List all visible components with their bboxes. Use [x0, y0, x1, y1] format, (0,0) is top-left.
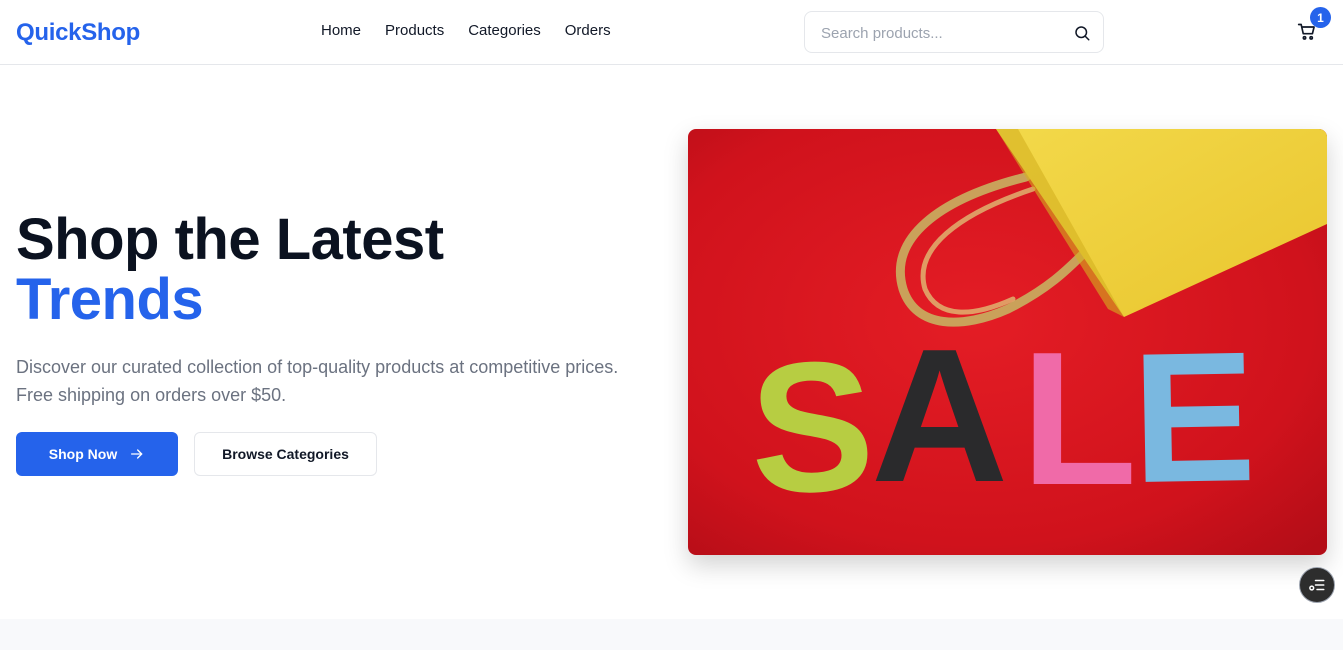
search-icon[interactable] [1073, 24, 1091, 42]
next-section-background [0, 619, 1343, 650]
svg-text:S: S [747, 323, 878, 533]
floating-action-button[interactable] [1299, 567, 1335, 603]
hero-description: Discover our curated collection of top-q… [16, 357, 619, 405]
hero-title-line2: Trends [16, 267, 204, 332]
shop-now-button[interactable]: Shop Now [16, 432, 178, 476]
browse-categories-button[interactable]: Browse Categories [194, 432, 377, 476]
nav-categories[interactable]: Categories [468, 22, 541, 39]
site-header: QuickShop Home Products Categories Order… [0, 0, 1343, 65]
svg-text:E: E [1130, 314, 1257, 522]
svg-text:A: A [871, 310, 1008, 522]
nav-products[interactable]: Products [385, 22, 444, 39]
logo[interactable]: QuickShop [16, 19, 140, 47]
list-settings-icon [1309, 579, 1325, 591]
nav-home[interactable]: Home [321, 22, 361, 39]
browse-categories-label: Browse Categories [222, 446, 349, 462]
cart-count-badge: 1 [1310, 7, 1331, 28]
shopping-bag-sale-image: S A L E [688, 129, 1327, 555]
search-box [804, 11, 1104, 53]
main-nav: Home Products Categories Orders [321, 22, 611, 39]
hero-title-line1: Shop the Latest [16, 207, 444, 272]
arrow-right-icon [131, 449, 143, 459]
search-input[interactable] [821, 22, 1061, 44]
nav-orders[interactable]: Orders [565, 22, 611, 39]
shop-now-label: Shop Now [48, 446, 118, 462]
svg-text:L: L [1021, 313, 1137, 525]
hero-title: Shop the Latest Trends [16, 210, 444, 330]
hero-image: S A L E [688, 129, 1327, 555]
